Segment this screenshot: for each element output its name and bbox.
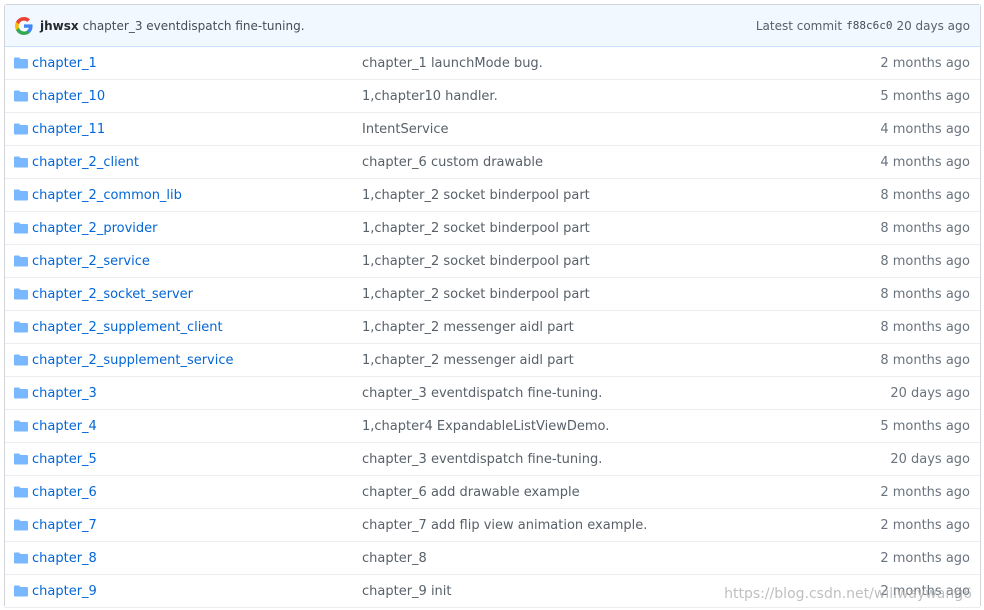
latest-commit-bar: jhwsx chapter_3 eventdispatch fine-tunin…: [5, 5, 980, 47]
file-name-link[interactable]: chapter_2_client: [32, 155, 139, 170]
file-rows: chapter_1 chapter_1 launchMode bug. 2 mont…: [5, 47, 980, 608]
file-name-link[interactable]: chapter_8: [32, 551, 97, 566]
file-name-link[interactable]: chapter_5: [32, 452, 97, 467]
commit-message-link[interactable]: chapter_7 add flip view animation exampl…: [362, 518, 647, 533]
commit-message-link[interactable]: 1,chapter_2 messenger aidl part: [362, 320, 574, 335]
folder-icon: [14, 156, 28, 168]
commit-message-link[interactable]: 1,chapter4 ExpandableListViewDemo.: [362, 419, 609, 434]
file-name-link[interactable]: chapter_11: [32, 122, 105, 137]
commit-age: 5 months ago: [880, 418, 970, 434]
commit-age: 20 days ago: [896, 18, 970, 33]
folder-icon: [14, 420, 28, 432]
commit-age: 20 days ago: [890, 451, 970, 467]
folder-icon: [14, 255, 28, 267]
commit-message-link[interactable]: 1,chapter_2 socket binderpool part: [362, 188, 590, 203]
commit-age: 8 months ago: [880, 253, 970, 269]
commit-message-link[interactable]: 1,chapter_2 socket binderpool part: [362, 221, 590, 236]
file-row[interactable]: chapter_2_common_lib 1,chapter_2 socket b…: [5, 179, 980, 212]
commit-message-link[interactable]: chapter_3 eventdispatch fine-tuning.: [362, 452, 602, 467]
folder-icon: [14, 519, 28, 531]
file-name-link[interactable]: chapter_1: [32, 56, 97, 71]
file-row[interactable]: chapter_2_client chapter_6 custom drawabl…: [5, 146, 980, 179]
commit-message[interactable]: chapter_3 eventdispatch fine-tuning.: [83, 19, 305, 33]
commit-message-link[interactable]: 1,chapter_2 socket binderpool part: [362, 254, 590, 269]
commit-message-link[interactable]: chapter_1 launchMode bug.: [362, 56, 543, 71]
commit-message-link[interactable]: 1,chapter10 handler.: [362, 89, 498, 104]
commit-sha[interactable]: f88c6c0: [846, 19, 892, 32]
file-name-link[interactable]: chapter_2_provider: [32, 221, 157, 236]
file-row[interactable]: chapter_2_socket_server 1,chapter_2 socke…: [5, 278, 980, 311]
file-name-link[interactable]: chapter_10: [32, 89, 105, 104]
file-row[interactable]: chapter_2_supplement_client 1,chapter_2 m…: [5, 311, 980, 344]
commit-age: 2 months ago: [880, 517, 970, 533]
commit-age: 8 months ago: [880, 220, 970, 236]
commit-age: 8 months ago: [880, 319, 970, 335]
commit-age: 4 months ago: [880, 154, 970, 170]
commit-message-link[interactable]: chapter_9 init: [362, 584, 452, 599]
file-row[interactable]: chapter_2_supplement_service 1,chapter_2 …: [5, 344, 980, 377]
file-name-link[interactable]: chapter_2_supplement_service: [32, 353, 234, 368]
folder-icon: [14, 585, 28, 597]
commit-message-link[interactable]: IntentService: [362, 122, 449, 137]
folder-icon: [14, 387, 28, 399]
file-row[interactable]: chapter_4 1,chapter4 ExpandableListViewDe…: [5, 410, 980, 443]
folder-icon: [14, 189, 28, 201]
file-row[interactable]: chapter_2_service 1,chapter_2 socket bind…: [5, 245, 980, 278]
file-row[interactable]: chapter_6 chapter_6 add drawable example 2…: [5, 476, 980, 509]
commit-age: 8 months ago: [880, 187, 970, 203]
file-name-link[interactable]: chapter_2_common_lib: [32, 188, 182, 203]
commit-age: 2 months ago: [880, 55, 970, 71]
commit-age: 8 months ago: [880, 352, 970, 368]
commit-age: 4 months ago: [880, 121, 970, 137]
folder-icon: [14, 354, 28, 366]
file-name-link[interactable]: chapter_6: [32, 485, 97, 500]
commit-age: 8 months ago: [880, 286, 970, 302]
folder-icon: [14, 222, 28, 234]
file-row[interactable]: chapter_3 chapter_3 eventdispatch fine-tu…: [5, 377, 980, 410]
folder-icon: [14, 57, 28, 69]
file-name-link[interactable]: chapter_7: [32, 518, 97, 533]
latest-commit-label: Latest commit: [755, 18, 843, 33]
file-name-link[interactable]: chapter_4: [32, 419, 97, 434]
file-row[interactable]: chapter_2_provider 1,chapter_2 socket bin…: [5, 212, 980, 245]
commit-message-link[interactable]: 1,chapter_2 socket binderpool part: [362, 287, 590, 302]
commit-age: 20 days ago: [890, 385, 970, 401]
commit-message-link[interactable]: chapter_6 custom drawable: [362, 155, 543, 170]
file-name-link[interactable]: chapter_2_service: [32, 254, 150, 269]
file-name-link[interactable]: chapter_2_supplement_client: [32, 320, 223, 335]
commit-message-link[interactable]: 1,chapter_2 messenger aidl part: [362, 353, 574, 368]
commit-message-link[interactable]: chapter_6 add drawable example: [362, 485, 580, 500]
file-row[interactable]: chapter_11 IntentService 4 months ago: [5, 113, 980, 146]
commit-message-link[interactable]: chapter_8: [362, 551, 427, 566]
commit-author[interactable]: jhwsx: [40, 19, 79, 33]
file-row[interactable]: chapter_8 chapter_8 2 months ago: [5, 542, 980, 575]
folder-icon: [14, 90, 28, 102]
file-row[interactable]: chapter_7 chapter_7 add flip view animati…: [5, 509, 980, 542]
google-g-icon[interactable]: [14, 16, 34, 36]
folder-icon: [14, 552, 28, 564]
folder-icon: [14, 123, 28, 135]
commit-age: 5 months ago: [880, 88, 970, 104]
file-name-link[interactable]: chapter_9: [32, 584, 97, 599]
file-row[interactable]: chapter_10 1,chapter10 handler. 5 months a…: [5, 80, 980, 113]
folder-icon: [14, 486, 28, 498]
commit-age: 2 months ago: [880, 484, 970, 500]
folder-icon: [14, 453, 28, 465]
watermark: https://blog.csdn.net/willwaywang6: [724, 586, 972, 602]
file-row[interactable]: chapter_5 chapter_3 eventdispatch fine-tu…: [5, 443, 980, 476]
commit-age: 2 months ago: [880, 550, 970, 566]
file-row[interactable]: chapter_1 chapter_1 launchMode bug. 2 mont…: [5, 47, 980, 80]
file-name-link[interactable]: chapter_3: [32, 386, 97, 401]
folder-icon: [14, 321, 28, 333]
file-list: jhwsx chapter_3 eventdispatch fine-tunin…: [4, 4, 981, 608]
folder-icon: [14, 288, 28, 300]
commit-message-link[interactable]: chapter_3 eventdispatch fine-tuning.: [362, 386, 602, 401]
file-name-link[interactable]: chapter_2_socket_server: [32, 287, 193, 302]
